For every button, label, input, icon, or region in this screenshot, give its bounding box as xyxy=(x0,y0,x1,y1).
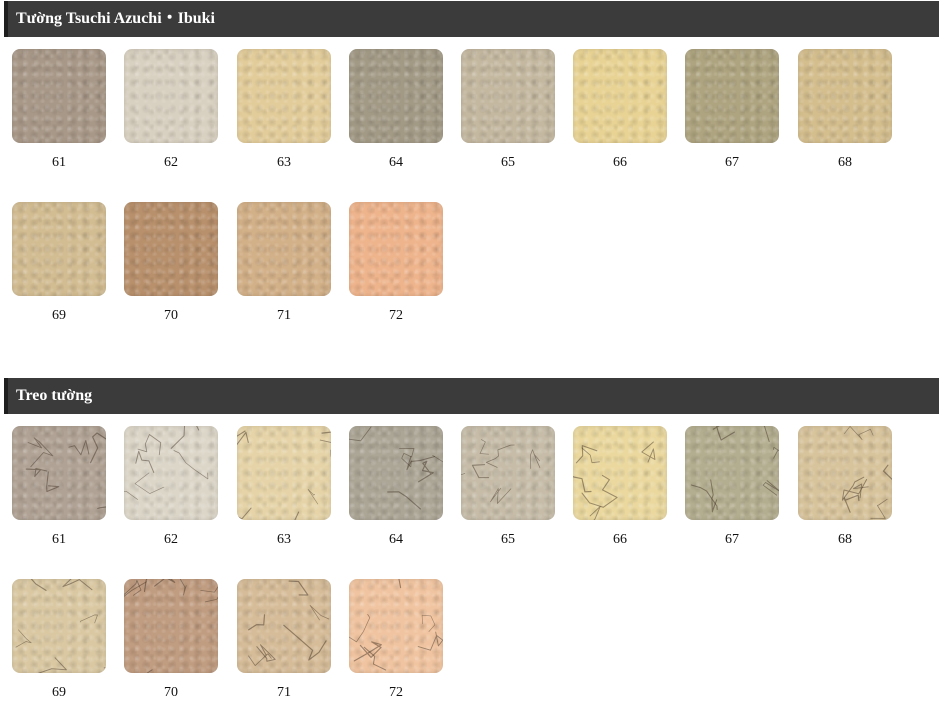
color-swatch-70[interactable] xyxy=(124,202,218,296)
color-swatch-66[interactable] xyxy=(573,49,667,143)
swatch-label: 71 xyxy=(277,308,291,323)
color-swatch-64[interactable] xyxy=(349,49,443,143)
swatch-item-68[interactable]: 68 xyxy=(798,426,892,556)
swatch-item-64[interactable]: 64 xyxy=(349,49,443,179)
swatch-item-64[interactable]: 64 xyxy=(349,426,443,556)
swatch-item-65[interactable]: 65 xyxy=(461,49,555,179)
swatch-label: 67 xyxy=(725,532,739,547)
swatch-label: 70 xyxy=(164,685,178,700)
color-swatch-71[interactable] xyxy=(237,202,331,296)
crack-texture xyxy=(573,441,656,520)
color-swatch-63[interactable] xyxy=(237,49,331,143)
swatch-item-68[interactable]: 68 xyxy=(798,49,892,179)
section-header-treo-tuong: Treo tường xyxy=(4,378,939,414)
crack-texture xyxy=(124,579,218,673)
swatch-label: 61 xyxy=(52,532,66,547)
swatch-item-69[interactable]: 69 xyxy=(12,579,106,709)
color-swatch-61[interactable] xyxy=(12,426,106,520)
color-swatch-68[interactable] xyxy=(798,426,892,520)
swatch-item-69[interactable]: 69 xyxy=(12,202,106,332)
swatch-item-66[interactable]: 66 xyxy=(573,49,667,179)
color-swatch-62[interactable] xyxy=(124,426,218,520)
color-swatch-68[interactable] xyxy=(798,49,892,143)
color-swatch-61[interactable] xyxy=(12,49,106,143)
swatch-item-63[interactable]: 63 xyxy=(237,49,331,179)
color-swatch-72[interactable] xyxy=(349,579,443,673)
swatch-label: 70 xyxy=(164,308,178,323)
color-swatch-72[interactable] xyxy=(349,202,443,296)
swatch-label: 68 xyxy=(838,532,852,547)
crack-texture xyxy=(237,430,331,520)
swatch-item-67[interactable]: 67 xyxy=(685,49,779,179)
swatch-item-70[interactable]: 70 xyxy=(124,202,218,332)
swatch-item-61[interactable]: 61 xyxy=(12,426,106,556)
swatch-label: 71 xyxy=(277,685,291,700)
color-swatch-63[interactable] xyxy=(237,426,331,520)
swatch-label: 62 xyxy=(164,532,178,547)
swatch-item-63[interactable]: 63 xyxy=(237,426,331,556)
crack-texture xyxy=(124,426,209,500)
swatch-item-67[interactable]: 67 xyxy=(685,426,779,556)
swatch-label: 61 xyxy=(52,155,66,170)
color-swatch-67[interactable] xyxy=(685,49,779,143)
color-swatch-64[interactable] xyxy=(349,426,443,520)
crack-texture xyxy=(349,579,443,671)
swatch-label: 72 xyxy=(389,685,403,700)
color-swatch-66[interactable] xyxy=(573,426,667,520)
crack-texture xyxy=(25,432,106,510)
crack-texture xyxy=(349,426,443,510)
swatch-label: 66 xyxy=(613,155,627,170)
color-swatch-70[interactable] xyxy=(124,579,218,673)
color-swatch-65[interactable] xyxy=(461,49,555,143)
swatch-item-72[interactable]: 72 xyxy=(349,202,443,332)
swatch-item-66[interactable]: 66 xyxy=(573,426,667,556)
crack-texture xyxy=(461,439,541,504)
swatch-label: 68 xyxy=(838,155,852,170)
color-swatch-65[interactable] xyxy=(461,426,555,520)
swatch-label: 69 xyxy=(52,685,66,700)
swatch-item-65[interactable]: 65 xyxy=(461,426,555,556)
swatch-item-71[interactable]: 71 xyxy=(237,579,331,709)
swatch-label: 65 xyxy=(501,155,515,170)
color-swatch-67[interactable] xyxy=(685,426,779,520)
swatch-item-71[interactable]: 71 xyxy=(237,202,331,332)
crack-texture xyxy=(15,579,106,673)
swatch-item-61[interactable]: 61 xyxy=(12,49,106,179)
crack-texture xyxy=(248,580,330,667)
section-header-tsuchi-azuchi-ibuki: Tường Tsuchi Azuchi・Ibuki xyxy=(4,1,939,37)
swatch-item-62[interactable]: 62 xyxy=(124,49,218,179)
color-swatch-69[interactable] xyxy=(12,579,106,673)
swatch-label: 67 xyxy=(725,155,739,170)
swatch-label: 64 xyxy=(389,532,403,547)
swatch-label: 62 xyxy=(164,155,178,170)
swatch-item-70[interactable]: 70 xyxy=(124,579,218,709)
swatch-label: 64 xyxy=(389,155,403,170)
swatch-label: 66 xyxy=(613,532,627,547)
swatch-label: 65 xyxy=(501,532,515,547)
swatch-label: 63 xyxy=(277,532,291,547)
swatch-item-62[interactable]: 62 xyxy=(124,426,218,556)
swatch-label: 63 xyxy=(277,155,291,170)
swatch-item-72[interactable]: 72 xyxy=(349,579,443,709)
crack-texture xyxy=(690,426,779,513)
color-swatch-69[interactable] xyxy=(12,202,106,296)
crack-texture xyxy=(841,426,892,519)
swatch-label: 72 xyxy=(389,308,403,323)
swatch-label: 69 xyxy=(52,308,66,323)
color-swatch-71[interactable] xyxy=(237,579,331,673)
color-swatch-62[interactable] xyxy=(124,49,218,143)
